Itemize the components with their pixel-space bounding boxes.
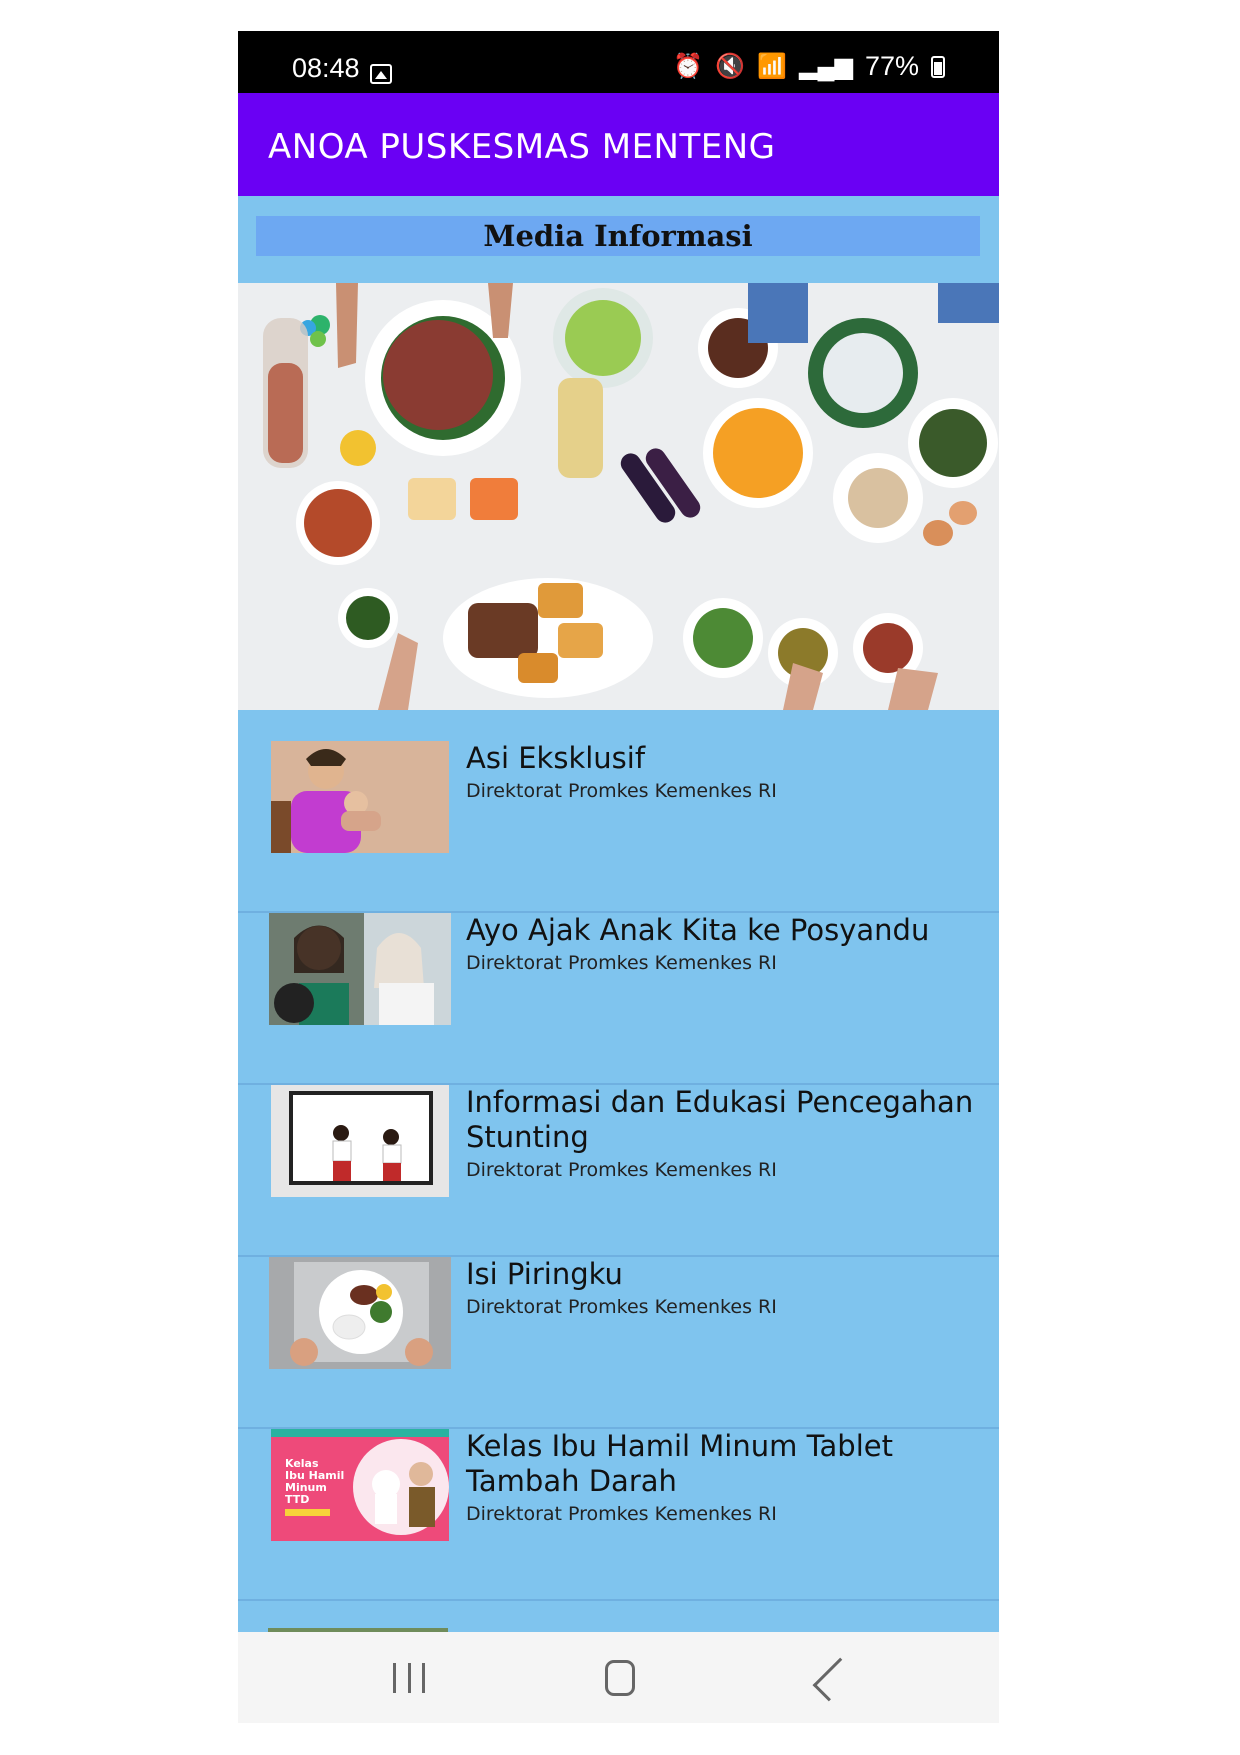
- video-title: Ayo Ajak Anak Kita ke Posyandu: [466, 913, 930, 947]
- section-title: Media Informasi: [256, 216, 980, 256]
- video-thumbnail[interactable]: [271, 1085, 449, 1197]
- mute-icon: 🔇: [715, 53, 746, 80]
- video-title: Isi Piringku: [466, 1257, 623, 1291]
- recents-button[interactable]: [393, 1660, 425, 1696]
- signal-icon: ▂▄▆: [799, 53, 853, 80]
- alarm-icon: ⏰: [673, 53, 704, 80]
- video-thumbnail[interactable]: Kelas Ibu Hamil Minum TTD: [271, 1429, 449, 1541]
- list-item[interactable]: Isi Piringku Direktorat Promkes Kemenkes…: [238, 1257, 999, 1429]
- list-item[interactable]: Ayo Ajak Anak Kita ke Posyandu Direktora…: [238, 913, 999, 1085]
- app-bar: ANOA PUSKESMAS MENTENG: [238, 93, 999, 196]
- video-info: Asi Eksklusif Direktorat Promkes Kemenke…: [466, 741, 979, 802]
- video-channel: Direktorat Promkes Kemenkes RI: [466, 1296, 777, 1318]
- thumbnail-isi-piringku: [269, 1257, 451, 1369]
- video-title: Asi Eksklusif: [466, 741, 646, 775]
- video-channel: Direktorat Promkes Kemenkes RI: [466, 1503, 777, 1525]
- video-channel: Direktorat Promkes Kemenkes RI: [466, 952, 777, 974]
- home-button[interactable]: [605, 1660, 635, 1696]
- status-time: 08:48: [292, 53, 360, 83]
- banner-image: [238, 283, 999, 710]
- wifi-icon: 📶: [757, 53, 788, 80]
- thumbnail-mother-baby: [271, 741, 449, 853]
- thumbnail-kelas-ibu-hamil: Kelas Ibu Hamil Minum TTD: [271, 1429, 449, 1541]
- video-channel: Direktorat Promkes Kemenkes RI: [466, 780, 777, 802]
- gallery-notification-icon: [370, 64, 392, 84]
- status-icons: ⏰ 🔇 📶 ▂▄▆ 77%: [673, 51, 945, 82]
- video-list: Asi Eksklusif Direktorat Promkes Kemenke…: [238, 741, 999, 1601]
- video-title: Kelas Ibu Hamil Minum Tablet Tambah Dara…: [466, 1429, 893, 1498]
- video-channel: Direktorat Promkes Kemenkes RI: [466, 1159, 777, 1181]
- banner-food-illustration: [238, 283, 999, 710]
- list-item[interactable]: Asi Eksklusif Direktorat Promkes Kemenke…: [238, 741, 999, 913]
- thumbnail-posyandu: [269, 913, 451, 1025]
- video-thumbnail[interactable]: [269, 913, 451, 1025]
- video-info: Ayo Ajak Anak Kita ke Posyandu Direktora…: [466, 913, 979, 974]
- list-item[interactable]: Kelas Ibu Hamil Minum TTD Kelas Ibu Hami…: [238, 1429, 999, 1601]
- video-thumbnail[interactable]: [269, 1257, 451, 1369]
- back-button[interactable]: [812, 1657, 857, 1702]
- phone-screen: 08:48 ⏰ 🔇 📶 ▂▄▆ 77% ANOA PUSKESMAS MENTE…: [238, 31, 999, 1723]
- video-thumbnail[interactable]: [271, 741, 449, 853]
- thumbnail-stunting: [271, 1085, 449, 1197]
- video-title: Informasi dan Edukasi Pencegahan Stuntin…: [466, 1085, 974, 1154]
- system-nav-bar: [238, 1632, 999, 1723]
- thumb-text: TTD: [285, 1493, 309, 1506]
- video-info: Kelas Ibu Hamil Minum Tablet Tambah Dara…: [466, 1429, 979, 1525]
- app-title: ANOA PUSKESMAS MENTENG: [268, 127, 776, 167]
- list-item[interactable]: Informasi dan Edukasi Pencegahan Stuntin…: [238, 1085, 999, 1257]
- video-info: Informasi dan Edukasi Pencegahan Stuntin…: [466, 1085, 979, 1181]
- video-info: Isi Piringku Direktorat Promkes Kemenkes…: [466, 1257, 979, 1318]
- battery-icon: [931, 55, 945, 78]
- status-bar: 08:48 ⏰ 🔇 📶 ▂▄▆ 77%: [238, 31, 999, 93]
- battery-percent: 77%: [864, 51, 919, 81]
